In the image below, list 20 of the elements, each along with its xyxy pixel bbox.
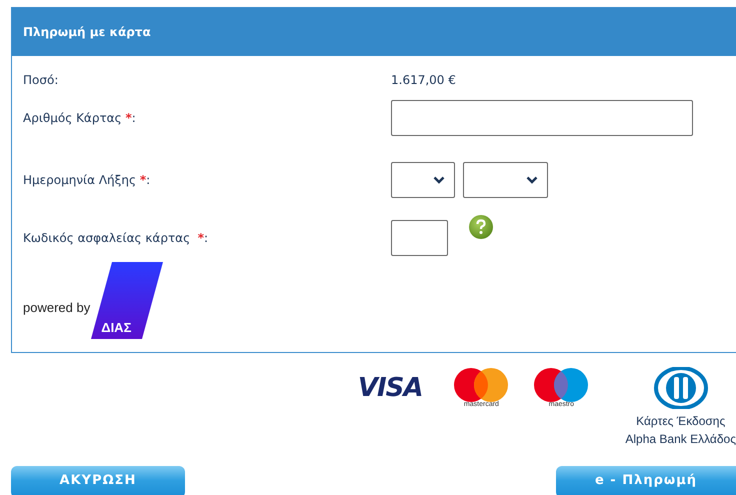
field-label: Ποσό: [23,72,60,87]
visa-logo: VISA [356,373,424,403]
dias-logo: ΔΙΑΣ [91,262,164,339]
chevron-icon [433,176,445,184]
diners-logo [652,367,709,409]
field-label: Αριθμός Κάρτας *: [23,110,137,125]
chevron-icon [526,176,538,184]
cancel-button[interactable]: ΑΚΥΡΩΣΗ [11,466,185,495]
panel-title: Πληρωμή με κάρτα [23,25,151,39]
field-label: Ημερομηνία Λήξης *: [23,172,152,187]
issuer-caption: Κάρτες Έκδοσης Alpha Bank Ελλάδος [625,413,736,448]
security-code-field[interactable] [391,220,448,256]
field-label: Κωδικός ασφαλείας κάρτας *: [23,230,210,245]
pay-button[interactable]: e - Πληρωμή [556,466,736,495]
year-dropdown[interactable] [463,162,548,198]
month-dropdown[interactable] [391,162,455,198]
card-number-field[interactable] [391,100,693,136]
powered-by-text: powered by [23,300,90,315]
help-icon[interactable] [468,214,494,240]
amount-value: 1.617,00 € [391,72,457,87]
